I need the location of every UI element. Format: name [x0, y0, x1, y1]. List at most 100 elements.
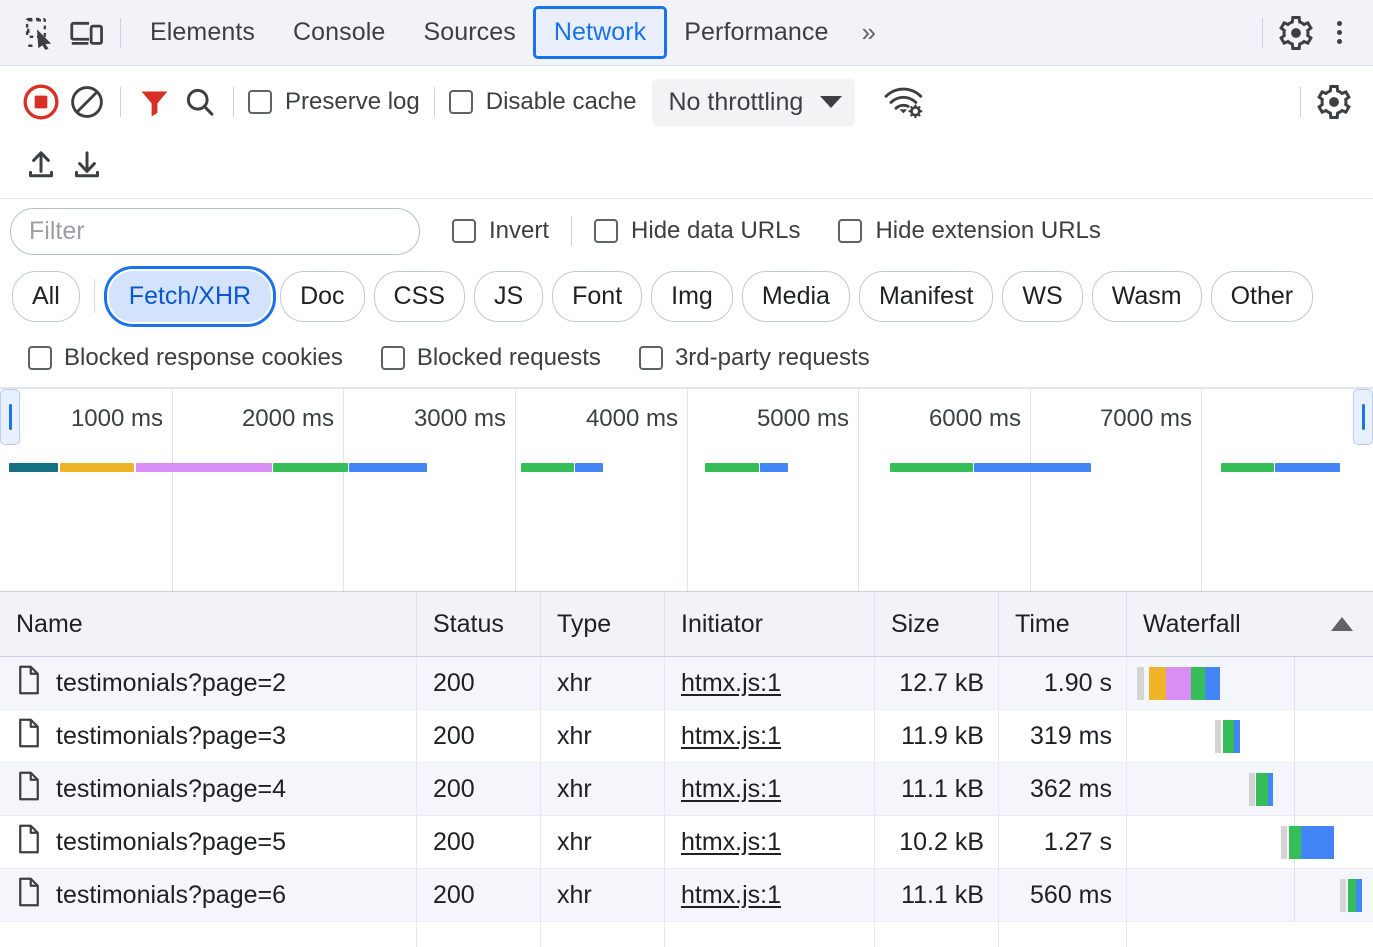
column-header-time[interactable]: Time: [999, 592, 1127, 656]
search-icon[interactable]: [177, 79, 223, 125]
type-filter-fetch-xhr[interactable]: Fetch/XHR: [109, 271, 271, 322]
throttling-value: No throttling: [668, 88, 803, 117]
table-row[interactable]: testimonials?page=6200xhrhtmx.js:111.1 k…: [0, 869, 1373, 922]
network-conditions-icon[interactable]: [881, 79, 927, 125]
overview-request-bar: [1275, 463, 1340, 472]
overview-window-handle-left[interactable]: [0, 389, 20, 445]
column-header-status[interactable]: Status: [417, 592, 541, 656]
overview-request-bar: [136, 463, 272, 472]
type-filter-media[interactable]: Media: [742, 271, 850, 322]
empty-cell: [0, 922, 417, 947]
toolbar-divider-right: [1262, 18, 1263, 48]
cell-name[interactable]: testimonials?page=4: [0, 763, 417, 815]
network-overview-timeline[interactable]: 1000 ms2000 ms3000 ms4000 ms5000 ms6000 …: [0, 388, 1373, 592]
preserve-log-checkbox[interactable]: Preserve log: [244, 88, 424, 116]
invert-checkbox[interactable]: Invert: [448, 217, 553, 245]
search-input[interactable]: Filter: [10, 208, 420, 255]
type-filter-wasm[interactable]: Wasm: [1092, 271, 1202, 322]
third-party-requests-checkbox[interactable]: 3rd-party requests: [635, 344, 874, 372]
table-row[interactable]: testimonials?page=3200xhrhtmx.js:111.9 k…: [0, 710, 1373, 763]
cell-name[interactable]: testimonials?page=3: [0, 710, 417, 762]
column-header-initiator[interactable]: Initiator: [665, 592, 875, 656]
kebab-menu-icon[interactable]: [1319, 11, 1359, 55]
disable-cache-checkbox[interactable]: Disable cache: [445, 88, 641, 116]
blocked-requests-label: Blocked requests: [417, 344, 601, 372]
device-toolbar-icon[interactable]: [64, 10, 110, 56]
column-header-label: Time: [1015, 610, 1070, 639]
table-row[interactable]: testimonials?page=5200xhrhtmx.js:110.2 k…: [0, 816, 1373, 869]
tab-network[interactable]: Network: [535, 8, 665, 57]
column-header-waterfall[interactable]: Waterfall: [1127, 592, 1373, 656]
column-header-name[interactable]: Name: [0, 592, 417, 656]
hide-data-urls-box[interactable]: [594, 219, 618, 243]
blocked-response-cookies-checkbox[interactable]: Blocked response cookies: [24, 344, 347, 372]
table-row[interactable]: testimonials?page=4200xhrhtmx.js:111.1 k…: [0, 763, 1373, 816]
type-filter-js[interactable]: JS: [474, 271, 543, 322]
table-row[interactable]: testimonials?page=2200xhrhtmx.js:112.7 k…: [0, 657, 1373, 710]
column-header-size[interactable]: Size: [875, 592, 999, 656]
filter-funnel-icon[interactable]: [131, 79, 177, 125]
waterfall-segment: [1340, 879, 1346, 912]
export-har-icon[interactable]: [64, 142, 110, 188]
initiator-link[interactable]: htmx.js:1: [681, 669, 781, 698]
invert-box[interactable]: [452, 219, 476, 243]
cell-initiator[interactable]: htmx.js:1: [665, 869, 875, 921]
type-filter-img[interactable]: Img: [651, 271, 733, 322]
overview-request-bar: [521, 463, 574, 472]
type-filter-other[interactable]: Other: [1211, 271, 1314, 322]
type-filter-all[interactable]: All: [12, 271, 80, 322]
overview-request-bar: [9, 463, 58, 472]
blocked-response-cookies-box[interactable]: [28, 346, 52, 370]
hide-extension-urls-checkbox[interactable]: Hide extension URLs: [834, 217, 1104, 245]
clear-network-log-icon[interactable]: [64, 79, 110, 125]
cell-initiator[interactable]: htmx.js:1: [665, 816, 875, 868]
tab-console[interactable]: Console: [274, 8, 404, 57]
inspect-element-icon[interactable]: [18, 10, 64, 56]
overview-request-bar: [890, 463, 973, 472]
throttling-select[interactable]: No throttling: [652, 79, 855, 126]
hide-data-urls-checkbox[interactable]: Hide data URLs: [590, 217, 804, 245]
cell-initiator[interactable]: htmx.js:1: [665, 710, 875, 762]
initiator-link[interactable]: htmx.js:1: [681, 881, 781, 910]
initiator-link[interactable]: htmx.js:1: [681, 775, 781, 804]
initiator-link[interactable]: htmx.js:1: [681, 828, 781, 857]
initiator-link[interactable]: htmx.js:1: [681, 722, 781, 751]
type-filter-css[interactable]: CSS: [374, 271, 465, 322]
cell-time: 362 ms: [999, 763, 1127, 815]
blocked-requests-checkbox[interactable]: Blocked requests: [377, 344, 605, 372]
waterfall-gridline: [1294, 763, 1295, 815]
tab-performance[interactable]: Performance: [665, 8, 847, 57]
column-header-type[interactable]: Type: [541, 592, 665, 656]
preserve-log-box[interactable]: [248, 90, 272, 114]
filter-row: Filter Invert Hide data URLs Hide extens…: [10, 199, 1357, 263]
tab-sources[interactable]: Sources: [404, 8, 534, 57]
overview-gridlines: 1000 ms2000 ms3000 ms4000 ms5000 ms6000 …: [0, 389, 1373, 591]
empty-cell: [875, 922, 999, 947]
cell-name[interactable]: testimonials?page=6: [0, 869, 417, 921]
type-filter-font[interactable]: Font: [552, 271, 642, 322]
cell-waterfall: [1127, 657, 1373, 709]
cell-waterfall: [1127, 869, 1373, 921]
waterfall-segment: [1249, 773, 1255, 806]
hide-extension-urls-box[interactable]: [838, 219, 862, 243]
cell-initiator[interactable]: htmx.js:1: [665, 763, 875, 815]
disable-cache-box[interactable]: [449, 90, 473, 114]
record-stop-icon[interactable]: [18, 79, 64, 125]
third-party-requests-box[interactable]: [639, 346, 663, 370]
cell-name[interactable]: testimonials?page=5: [0, 816, 417, 868]
tab-elements[interactable]: Elements: [131, 8, 274, 57]
type-filter-manifest[interactable]: Manifest: [859, 271, 993, 322]
cell-name[interactable]: testimonials?page=2: [0, 657, 417, 709]
cell-status: 200: [417, 869, 541, 921]
overview-window-handle-right[interactable]: [1353, 389, 1373, 445]
column-header-label: Name: [16, 610, 83, 639]
settings-gear-icon[interactable]: [1273, 10, 1319, 56]
network-settings-gear-icon[interactable]: [1311, 79, 1357, 125]
type-filter-doc[interactable]: Doc: [280, 271, 364, 322]
more-tabs-icon[interactable]: »: [847, 11, 886, 54]
cell-initiator[interactable]: htmx.js:1: [665, 657, 875, 709]
document-icon: [16, 771, 42, 808]
blocked-requests-box[interactable]: [381, 346, 405, 370]
import-har-icon[interactable]: [18, 142, 64, 188]
type-filter-ws[interactable]: WS: [1002, 271, 1082, 322]
